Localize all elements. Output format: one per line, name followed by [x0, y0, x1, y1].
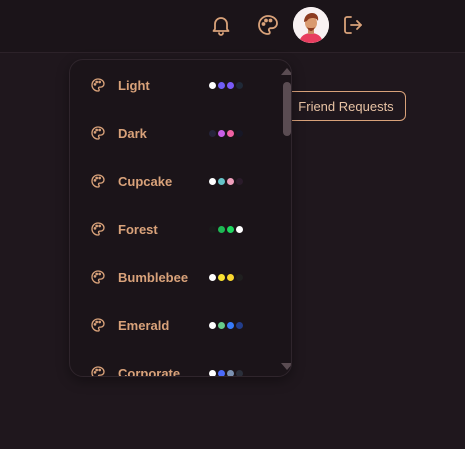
- theme-swatches: [209, 81, 243, 89]
- theme-item[interactable]: Forest: [70, 205, 275, 253]
- theme-item[interactable]: Cupcake: [70, 157, 275, 205]
- theme-label: Cupcake: [118, 173, 173, 189]
- friend-requests-button[interactable]: Friend Requests: [286, 91, 406, 121]
- color-swatch: [218, 369, 225, 376]
- color-swatch: [218, 273, 225, 281]
- notifications-button[interactable]: [206, 10, 236, 40]
- color-swatch: [236, 129, 243, 137]
- palette-icon: [90, 173, 106, 189]
- palette-icon: [90, 365, 106, 376]
- theme-label: Emerald: [118, 317, 170, 333]
- color-swatch: [209, 321, 216, 329]
- color-swatch: [236, 273, 243, 281]
- color-swatch: [236, 81, 243, 89]
- theme-dropdown: Light Dark Cupcake Forest Bumblebee Emerald Co…: [69, 59, 292, 377]
- color-swatch: [236, 369, 243, 376]
- top-navbar: [0, 0, 465, 53]
- theme-item[interactable]: Dark: [70, 109, 275, 157]
- bell-icon: [212, 17, 230, 36]
- color-swatch: [236, 225, 243, 233]
- theme-swatches: [209, 321, 243, 329]
- color-swatch: [218, 177, 225, 185]
- color-swatch: [227, 225, 234, 233]
- color-swatch: [209, 369, 216, 376]
- theme-swatches: [209, 273, 243, 281]
- palette-icon: [90, 125, 106, 141]
- theme-label: Bumblebee: [118, 269, 189, 285]
- theme-list: Light Dark Cupcake Forest Bumblebee Emerald Co…: [70, 60, 275, 377]
- theme-label: Forest: [118, 221, 158, 237]
- color-swatch: [227, 273, 234, 281]
- color-swatch: [227, 81, 234, 89]
- palette-icon: [90, 221, 106, 237]
- palette-icon: [90, 317, 106, 333]
- color-swatch: [218, 321, 225, 329]
- theme-item[interactable]: Bumblebee: [70, 253, 275, 301]
- scrollbar-thumb[interactable]: [283, 82, 291, 136]
- color-swatch: [218, 81, 225, 89]
- palette-icon: [90, 269, 106, 285]
- color-swatch: [227, 129, 234, 137]
- theme-swatches: [209, 369, 243, 376]
- scroll-down-arrow-icon[interactable]: [281, 363, 291, 370]
- theme-label: Dark: [118, 125, 147, 141]
- theme-label: Light: [118, 77, 150, 93]
- color-swatch: [236, 177, 243, 185]
- theme-item[interactable]: Light: [70, 61, 275, 109]
- theme-swatches: [209, 129, 243, 137]
- color-swatch: [209, 129, 216, 137]
- theme-swatches: [209, 225, 243, 233]
- palette-icon: [258, 15, 278, 35]
- color-swatch: [227, 321, 234, 329]
- avatar-illustration: [293, 7, 329, 43]
- logout-icon: [344, 16, 362, 34]
- theme-item[interactable]: Emerald: [70, 301, 275, 349]
- color-swatch: [227, 177, 234, 185]
- user-avatar[interactable]: [293, 7, 329, 43]
- scroll-up-arrow-icon[interactable]: [281, 68, 291, 75]
- palette-icon: [90, 77, 106, 93]
- color-swatch: [227, 369, 234, 376]
- dropdown-scrollbar[interactable]: [275, 60, 291, 376]
- theme-label: Corporate: [118, 365, 181, 377]
- color-swatch: [209, 177, 216, 185]
- color-swatch: [218, 225, 225, 233]
- color-swatch: [209, 273, 216, 281]
- theme-swatches: [209, 177, 243, 185]
- color-swatch: [209, 81, 216, 89]
- logout-button[interactable]: [338, 10, 368, 40]
- theme-button[interactable]: [253, 10, 283, 40]
- color-swatch: [209, 225, 216, 233]
- color-swatch: [236, 321, 243, 329]
- color-swatch: [218, 129, 225, 137]
- theme-item[interactable]: Corporate: [70, 349, 275, 377]
